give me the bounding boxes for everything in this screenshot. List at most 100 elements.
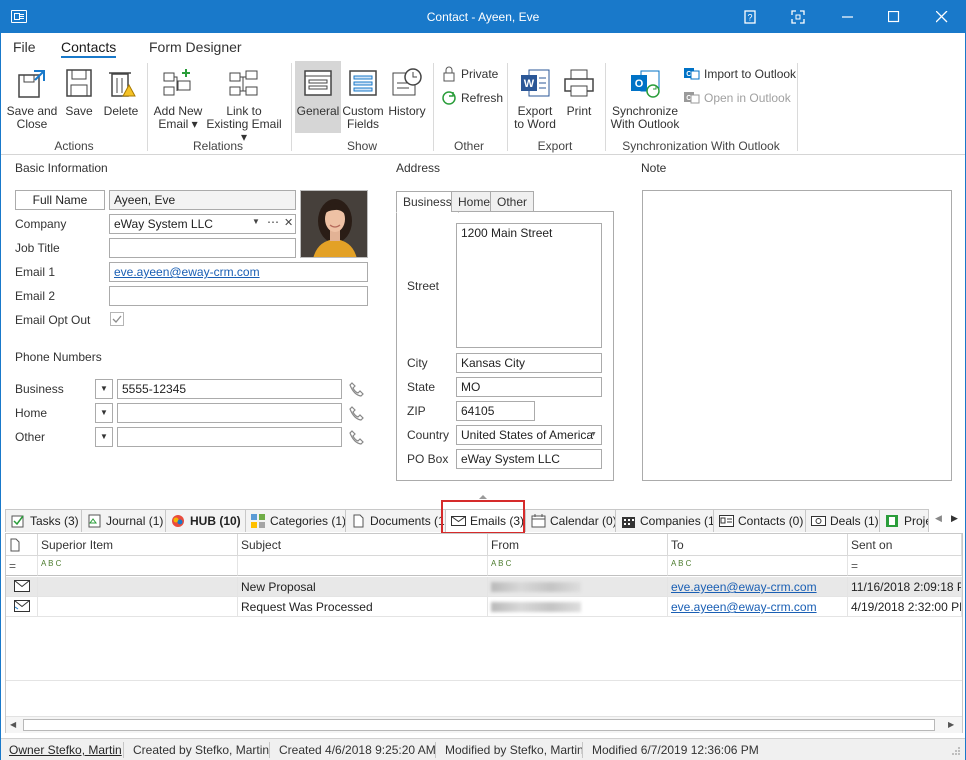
clear-icon[interactable]: ✕ — [284, 216, 293, 229]
phone-call-icon[interactable] — [349, 381, 365, 397]
save-button[interactable]: Save — [61, 61, 97, 133]
history-button[interactable]: History — [387, 61, 427, 133]
scroll-right-icon[interactable]: ▶ — [948, 720, 954, 729]
subject-cell: New Proposal — [238, 577, 488, 597]
add-new-email-button[interactable]: Add New Email ▾ — [151, 61, 205, 133]
business-phone-field[interactable]: 5555-12345 — [117, 379, 342, 399]
email-1-link[interactable]: eve.ayeen@eway-crm.com — [114, 265, 260, 279]
tab-categories[interactable]: Categories (1) — [245, 509, 353, 532]
contact-photo[interactable] — [300, 190, 368, 258]
general-button[interactable]: General — [295, 61, 341, 133]
tab-hub[interactable]: HUB (10) — [165, 509, 247, 532]
import-to-outlook-button[interactable]: O Import to Outlook — [684, 65, 796, 83]
to-cell[interactable]: eve.ayeen@eway-crm.com — [668, 597, 848, 617]
tab-deals[interactable]: Deals (1) — [805, 509, 885, 532]
filter-operator[interactable]: = — [848, 556, 962, 576]
refresh-button[interactable]: Refresh — [441, 89, 503, 107]
text-filter-icon[interactable]: A B C — [488, 556, 668, 576]
home-phone-field[interactable] — [117, 403, 342, 423]
note-textarea[interactable] — [642, 190, 952, 481]
project-icon — [885, 514, 900, 528]
full-name-button[interactable]: Full Name — [15, 190, 105, 210]
column-header-from[interactable]: From — [488, 534, 668, 556]
home-phone-type-dropdown[interactable]: ▼ — [95, 403, 113, 423]
zip-field[interactable]: 64105 — [456, 401, 535, 421]
chevron-down-icon[interactable]: ▼ — [590, 431, 597, 438]
tab-address-other[interactable]: Other — [490, 191, 535, 212]
add-new-email-label: Add New Email ▾ — [153, 104, 203, 131]
link-email-icon — [228, 67, 260, 99]
country-select[interactable]: United States of America — [456, 425, 602, 445]
other-phone-type-dropdown[interactable]: ▼ — [95, 427, 113, 447]
tab-documents-label: Documents (1) — [370, 514, 449, 528]
business-phone-type-dropdown[interactable]: ▼ — [95, 379, 113, 399]
link-existing-email-button[interactable]: Link to Existing Email ▾ — [205, 61, 283, 144]
table-row[interactable]: Request Was Processed eve.ayeen@eway-crm… — [6, 597, 962, 617]
column-header-superior-item[interactable]: Superior Item — [38, 534, 238, 556]
street-label: Street — [407, 279, 440, 293]
save-icon — [63, 67, 95, 99]
tab-projects[interactable]: Proje — [879, 509, 929, 532]
street-field[interactable]: 1200 Main Street — [456, 223, 602, 348]
tab-documents[interactable]: Documents (1) — [345, 509, 455, 532]
custom-fields-button[interactable]: Custom Fields — [341, 61, 385, 133]
text-filter-icon[interactable]: A B C — [668, 556, 848, 576]
tab-contacts[interactable]: Contacts — [61, 39, 117, 58]
owner-link[interactable]: Owner Stefko, Martin — [9, 743, 122, 757]
horizontal-scrollbar[interactable]: ◀ ▶ — [6, 716, 962, 733]
full-name-field[interactable]: Ayeen, Eve — [109, 190, 296, 210]
splitter-grip-icon[interactable] — [479, 495, 487, 499]
column-header-to[interactable]: To — [668, 534, 848, 556]
other-phone-field[interactable] — [117, 427, 342, 447]
resize-grip-icon[interactable] — [951, 745, 961, 755]
scroll-tabs-left-icon[interactable]: ◀ — [935, 513, 942, 524]
text-filter-icon[interactable]: A B C — [38, 556, 238, 576]
po-box-field[interactable]: eWay System LLC — [456, 449, 602, 469]
import-to-outlook-label: Import to Outlook — [704, 67, 797, 81]
text-filter-icon[interactable] — [238, 556, 488, 576]
tab-tasks[interactable]: Tasks (3) — [5, 509, 85, 532]
close-button[interactable] — [919, 1, 965, 33]
email-opt-out-checkbox[interactable] — [110, 312, 124, 326]
tab-calendar[interactable]: Calendar (0) — [525, 509, 623, 532]
scroll-tabs-right-icon[interactable]: ▶ — [951, 513, 958, 524]
scrollbar-thumb[interactable] — [23, 719, 935, 731]
print-button[interactable]: Print — [561, 61, 597, 133]
private-button[interactable]: Private — [441, 65, 498, 83]
tab-journal[interactable]: Journal (1) — [81, 509, 170, 532]
status-separator — [123, 742, 124, 758]
column-header-sent-on[interactable]: Sent on — [848, 534, 962, 556]
email-2-field[interactable] — [109, 286, 368, 306]
tab-address-business[interactable]: Business — [396, 191, 459, 213]
synchronize-with-outlook-button[interactable]: O Synchronize With Outlook — [609, 61, 681, 133]
job-title-field[interactable] — [109, 238, 296, 258]
fullscreen-icon[interactable] — [775, 1, 821, 33]
tab-companies[interactable]: Companies (1) — [615, 509, 725, 532]
tab-contacts[interactable]: Contacts (0) — [713, 509, 810, 532]
more-options-icon[interactable]: ⋯ — [267, 215, 279, 229]
chevron-down-icon[interactable]: ▼ — [252, 217, 260, 226]
column-header-subject[interactable]: Subject — [238, 534, 488, 556]
maximize-button[interactable] — [871, 1, 917, 33]
phone-call-icon[interactable] — [349, 405, 365, 421]
city-field[interactable]: Kansas City — [456, 353, 602, 373]
minimize-button[interactable] — [825, 1, 871, 33]
help-icon[interactable]: ? — [727, 1, 773, 33]
save-and-close-button[interactable]: Save and Close — [5, 61, 59, 133]
state-field[interactable]: MO — [456, 377, 602, 397]
filter-operator[interactable]: = — [6, 556, 38, 576]
tab-form-designer[interactable]: Form Designer — [149, 39, 242, 55]
delete-button[interactable]: Delete — [101, 61, 141, 133]
export-to-word-button[interactable]: W Export to Word — [511, 61, 559, 133]
table-row[interactable]: New Proposal eve.ayeen@eway-crm.com 11/1… — [6, 577, 962, 597]
add-email-icon — [162, 67, 194, 99]
tab-file[interactable]: File — [13, 39, 36, 55]
email-reply-icon — [6, 597, 38, 617]
to-cell[interactable]: eve.ayeen@eway-crm.com — [668, 577, 848, 597]
scroll-left-icon[interactable]: ◀ — [10, 720, 16, 729]
attachment-column-header[interactable] — [6, 534, 38, 556]
open-in-outlook-button[interactable]: O Open in Outlook — [684, 89, 791, 107]
menu-bar: File Contacts Form Designer — [1, 33, 965, 59]
phone-call-icon[interactable] — [349, 429, 365, 445]
email-1-field[interactable]: eve.ayeen@eway-crm.com — [109, 262, 368, 282]
